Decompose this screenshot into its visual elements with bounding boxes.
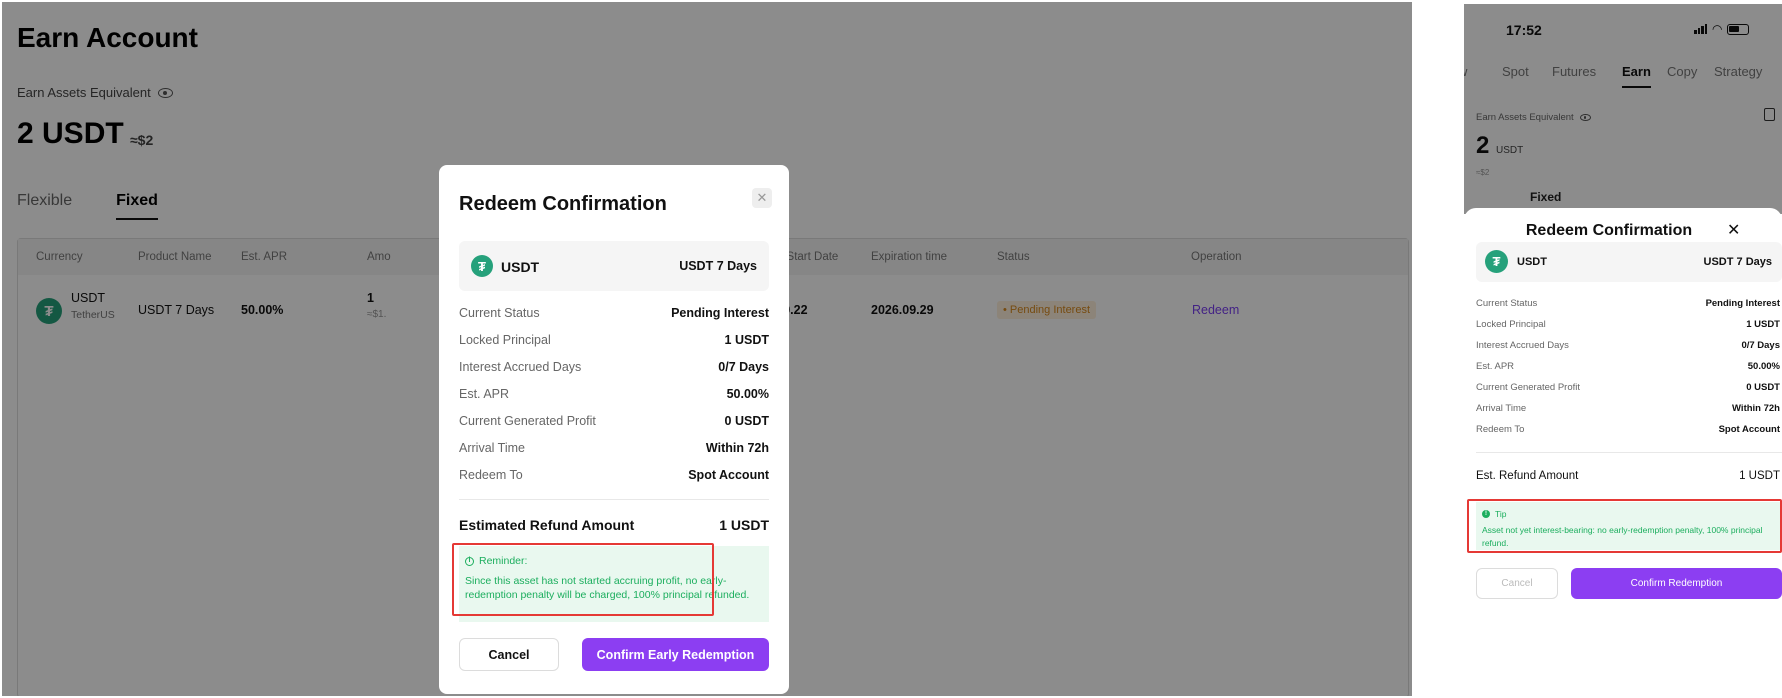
detail-current-status: Current Status Pending Interest [459, 306, 769, 320]
sheet-product: USDT 7 Days [1703, 256, 1772, 268]
sheet-title: Redeem Confirmation [1525, 222, 1693, 239]
detail-label: Interest Accrued Days [1476, 340, 1569, 351]
detail-value: Pending Interest [671, 306, 769, 320]
desktop-view: Earn Account Earn Assets Equivalent 2 US… [2, 2, 1412, 696]
sheet-detail-locked-principal: Locked Principal 1 USDT [1476, 319, 1780, 330]
mobile-backdrop[interactable] [1464, 4, 1782, 214]
close-icon[interactable]: ✕ [1727, 220, 1740, 240]
sheet-detail-accrued-days: Interest Accrued Days 0/7 Days [1476, 340, 1780, 351]
detail-value: Pending Interest [1705, 298, 1780, 309]
confirm-redemption-button[interactable]: Confirm Redemption [1571, 568, 1782, 599]
detail-value: Spot Account [688, 468, 769, 482]
sheet-cancel-button[interactable]: Cancel [1476, 568, 1558, 599]
detail-label: Locked Principal [1476, 319, 1546, 330]
close-icon[interactable]: ✕ [752, 188, 772, 208]
refund-value: 1 USDT [719, 517, 769, 533]
detail-value: 0/7 Days [718, 360, 769, 374]
detail-label: Current Status [459, 306, 540, 320]
detail-locked-principal: Locked Principal 1 USDT [459, 333, 769, 347]
detail-label: Current Status [1476, 298, 1538, 309]
detail-value: Spot Account [1718, 424, 1780, 435]
detail-arrival-time: Arrival Time Within 72h [459, 441, 769, 455]
detail-value: 50.00% [1747, 361, 1780, 372]
detail-value: 0 USDT [1746, 382, 1780, 393]
highlight-box [1467, 499, 1782, 553]
detail-value: 1 USDT [1746, 319, 1780, 330]
detail-value: 1 USDT [724, 333, 769, 347]
mobile-view: 17:52 ◠ w Spot Futures Earn Copy Strateg… [1464, 4, 1782, 698]
sheet-detail-generated-profit: Current Generated Profit 0 USDT [1476, 382, 1780, 393]
sheet-detail-current-status: Current Status Pending Interest [1476, 298, 1780, 309]
detail-label: Redeem To [1476, 424, 1525, 435]
sheet-product-card: ₮ USDT USDT 7 Days [1476, 242, 1782, 282]
detail-label: Arrival Time [459, 441, 525, 455]
refund-label: Estimated Refund Amount [459, 517, 635, 533]
detail-redeem-to: Redeem To Spot Account [459, 468, 769, 482]
sheet-detail-redeem-to: Redeem To Spot Account [1476, 424, 1780, 435]
tether-icon: ₮ [471, 255, 493, 277]
highlight-box [452, 543, 714, 616]
divider [1476, 452, 1782, 453]
detail-value: 50.00% [726, 387, 769, 401]
divider [459, 499, 769, 500]
detail-label: Interest Accrued Days [459, 360, 582, 374]
cancel-button[interactable]: Cancel [459, 638, 559, 671]
detail-label: Arrival Time [1476, 403, 1527, 414]
detail-label: Redeem To [459, 468, 523, 482]
detail-value: Within 72h [705, 441, 769, 455]
sheet-coin: USDT [1517, 256, 1547, 268]
sheet-detail-arrival-time: Arrival Time Within 72h [1476, 403, 1780, 414]
detail-label: Current Generated Profit [1476, 382, 1581, 393]
detail-apr: Est. APR 50.00% [459, 387, 769, 401]
detail-generated-profit: Current Generated Profit 0 USDT [459, 414, 769, 428]
detail-label: Est. APR [459, 387, 510, 401]
detail-value: 0 USDT [724, 414, 769, 428]
refund-summary: Estimated Refund Amount 1 USDT [459, 517, 769, 533]
sheet-refund-label: Est. Refund Amount [1476, 470, 1579, 482]
modal-title: Redeem Confirmation [459, 193, 667, 215]
detail-label: Est. APR [1476, 361, 1515, 372]
detail-label: Current Generated Profit [459, 414, 596, 428]
tether-icon: ₮ [1485, 250, 1508, 273]
redeem-modal: Redeem Confirmation ✕ ₮ USDT USDT 7 Days… [439, 165, 789, 694]
sheet-detail-apr: Est. APR 50.00% [1476, 361, 1780, 372]
modal-product: USDT 7 Days [679, 259, 757, 273]
confirm-early-redemption-button[interactable]: Confirm Early Redemption [582, 638, 769, 671]
product-card: ₮ USDT USDT 7 Days [459, 241, 769, 291]
redeem-sheet: Redeem Confirmation ✕ ₮ USDT USDT 7 Days… [1464, 208, 1782, 698]
sheet-refund-value: 1 USDT [1739, 470, 1780, 482]
detail-value: 0/7 Days [1741, 340, 1780, 351]
detail-accrued-days: Interest Accrued Days 0/7 Days [459, 360, 769, 374]
modal-coin: USDT [501, 259, 540, 275]
detail-label: Locked Principal [459, 333, 551, 347]
detail-value: Within 72h [1732, 403, 1780, 414]
sheet-refund-summary: Est. Refund Amount 1 USDT [1476, 470, 1780, 482]
